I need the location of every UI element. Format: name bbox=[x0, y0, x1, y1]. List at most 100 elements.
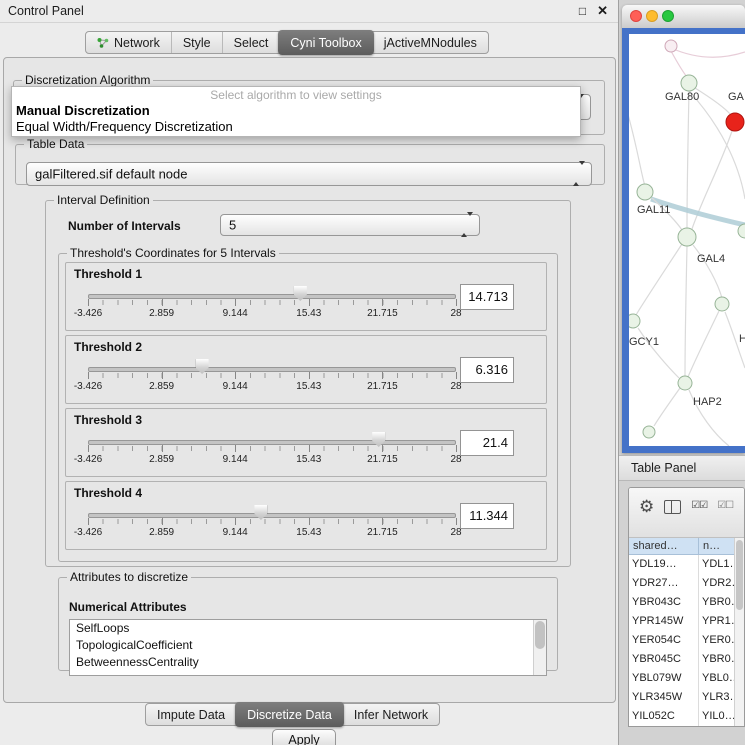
network-node[interactable] bbox=[665, 40, 677, 52]
column-header[interactable]: shared… bbox=[629, 538, 699, 555]
slider-scale: -3.4262.8599.14415.4321.71528 bbox=[88, 308, 456, 320]
scale-label: -3.426 bbox=[74, 454, 102, 465]
scale-label: 2.859 bbox=[149, 454, 174, 465]
table-scrollbar-thumb[interactable] bbox=[736, 540, 743, 610]
network-node[interactable] bbox=[629, 314, 640, 328]
network-window-titlebar bbox=[622, 5, 745, 29]
slider-major-tick bbox=[382, 518, 383, 525]
cell-shared-name: YIL052C bbox=[629, 707, 699, 726]
slider-major-tick bbox=[309, 518, 310, 525]
minimize-traffic-light-icon[interactable] bbox=[646, 10, 658, 22]
dropdown-option-equal-width[interactable]: Equal Width/Frequency Discretization bbox=[12, 119, 580, 135]
node-label: H bbox=[739, 333, 745, 345]
table-scrollbar[interactable] bbox=[734, 538, 744, 726]
node-label: GAL80 bbox=[665, 91, 699, 103]
table-row[interactable]: YBR045CYBR0… bbox=[629, 650, 735, 669]
control-panel-window: Control Panel □ ✕ NetworkStyleSelectCyni… bbox=[0, 0, 619, 745]
table-row[interactable]: YIL052CYIL0… bbox=[629, 707, 735, 726]
table-row[interactable]: YDL19…YDL1… bbox=[629, 555, 735, 574]
attribute-item[interactable]: TopologicalCoefficient bbox=[70, 637, 546, 654]
top-tab-jactivemnodules[interactable]: jActiveMNodules bbox=[373, 32, 488, 53]
select-all-icon[interactable]: ☑☑ bbox=[691, 498, 707, 514]
bottom-tab-discretize-data[interactable]: Discretize Data bbox=[235, 702, 344, 727]
num-intervals-select[interactable]: 5 bbox=[220, 214, 480, 236]
top-tab-select[interactable]: Select bbox=[222, 32, 280, 53]
threshold-value[interactable]: 11.344 bbox=[460, 503, 514, 529]
network-node[interactable] bbox=[643, 426, 655, 438]
tab-label: Select bbox=[234, 36, 269, 50]
table-header-row: shared…n… bbox=[629, 538, 735, 555]
table-row[interactable]: YER054CYER0… bbox=[629, 631, 735, 650]
threshold-slider[interactable] bbox=[88, 505, 456, 526]
top-tab-cyni-toolbox[interactable]: Cyni Toolbox bbox=[278, 30, 373, 55]
network-node[interactable] bbox=[715, 297, 729, 311]
table-row[interactable]: YBR043CYBR0… bbox=[629, 593, 735, 612]
cell-name: YLR3… bbox=[699, 688, 735, 707]
close-icon[interactable]: ✕ bbox=[597, 3, 608, 19]
thresholds-container: Threshold 1-3.4262.8599.14415.4321.71528… bbox=[65, 262, 547, 554]
close-traffic-light-icon[interactable] bbox=[630, 10, 642, 22]
column-header[interactable]: n… bbox=[699, 538, 735, 555]
network-node[interactable] bbox=[681, 75, 697, 91]
slider-major-tick bbox=[88, 518, 89, 525]
threshold-slider[interactable] bbox=[88, 359, 456, 380]
bottom-tab-infer-network[interactable]: Infer Network bbox=[343, 704, 439, 725]
list-scrollbar[interactable] bbox=[533, 620, 546, 675]
threshold-panel: Threshold 4-3.4262.8599.14415.4321.71528… bbox=[65, 481, 547, 550]
scale-label: 2.859 bbox=[149, 527, 174, 538]
cell-shared-name: YDL19… bbox=[629, 555, 699, 574]
zoom-traffic-light-icon[interactable] bbox=[662, 10, 674, 22]
tab-label: Infer Network bbox=[354, 708, 428, 722]
network-node[interactable] bbox=[637, 184, 653, 200]
attribute-item[interactable]: SelfLoops bbox=[70, 620, 546, 637]
network-node[interactable] bbox=[678, 376, 692, 390]
slider-track bbox=[88, 440, 456, 445]
attributes-group-title: Attributes to discretize bbox=[67, 570, 191, 584]
scale-label: 21.715 bbox=[367, 308, 398, 319]
slider-major-tick bbox=[309, 299, 310, 306]
slider-major-tick bbox=[162, 372, 163, 379]
threshold-slider[interactable] bbox=[88, 286, 456, 307]
tab-label: jActiveMNodules bbox=[384, 36, 477, 50]
table-row[interactable]: YDR27…YDR2… bbox=[629, 574, 735, 593]
threshold-slider[interactable] bbox=[88, 432, 456, 453]
scale-label: 9.144 bbox=[223, 308, 248, 319]
bottom-tab-impute-data[interactable]: Impute Data bbox=[146, 704, 236, 725]
attribute-items: SelfLoopsTopologicalCoefficientBetweenne… bbox=[70, 620, 546, 671]
threshold-value[interactable]: 21.4 bbox=[460, 430, 514, 456]
attribute-item[interactable]: BetweennessCentrality bbox=[70, 654, 546, 671]
cell-shared-name: YER054C bbox=[629, 631, 699, 650]
num-intervals-label: Number of Intervals bbox=[68, 219, 181, 233]
slider-major-tick bbox=[456, 445, 457, 452]
tab-label: Impute Data bbox=[157, 708, 225, 722]
table-data-select[interactable]: galFiltered.sif default node bbox=[26, 162, 592, 186]
slider-major-tick bbox=[88, 445, 89, 452]
threshold-value[interactable]: 6.316 bbox=[460, 357, 514, 383]
slider-major-tick bbox=[235, 518, 236, 525]
bottom-tab-bar: Impute Data Discretize Data Infer Network bbox=[145, 703, 440, 726]
top-tab-network[interactable]: Network bbox=[86, 32, 171, 53]
scale-label: 21.715 bbox=[367, 381, 398, 392]
network-icon bbox=[97, 37, 109, 49]
slider-major-tick bbox=[235, 445, 236, 452]
threshold-value[interactable]: 14.713 bbox=[460, 284, 514, 310]
table-row[interactable]: YBL079WYBL0… bbox=[629, 669, 735, 688]
list-scrollbar-thumb[interactable] bbox=[535, 621, 545, 649]
network-node[interactable] bbox=[726, 113, 744, 131]
cell-name: YER0… bbox=[699, 631, 735, 650]
table-panel-title: Table Panel bbox=[631, 456, 696, 480]
table-row[interactable]: YLR345WYLR3… bbox=[629, 688, 735, 707]
network-view-window: GAL80GAGAL11GAL4GCY1HHAP2 bbox=[622, 5, 745, 453]
apply-button[interactable]: Apply bbox=[272, 729, 336, 745]
slider-ticks bbox=[88, 519, 457, 524]
network-node[interactable] bbox=[678, 228, 696, 246]
node-label: GAL11 bbox=[637, 204, 670, 216]
columns-icon[interactable] bbox=[664, 500, 681, 514]
table-row[interactable]: YPR145WYPR1… bbox=[629, 612, 735, 631]
network-canvas[interactable]: GAL80GAGAL11GAL4GCY1HHAP2 bbox=[629, 34, 745, 446]
select-none-icon[interactable]: ☑☐ bbox=[717, 498, 733, 514]
dropdown-option-manual[interactable]: Manual Discretization bbox=[12, 103, 580, 119]
minimize-icon[interactable]: □ bbox=[579, 4, 586, 18]
gear-icon[interactable]: ⚙ bbox=[639, 498, 654, 515]
top-tab-style[interactable]: Style bbox=[171, 32, 222, 53]
